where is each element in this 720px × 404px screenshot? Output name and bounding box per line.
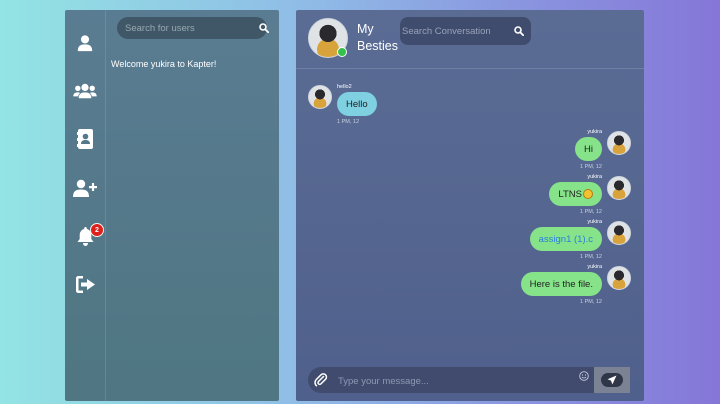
users-panel: 2 Welcome yukira to Kapter! <box>65 10 279 401</box>
user-search-button[interactable] <box>259 23 269 33</box>
message-time: 1 PM, 12 <box>579 299 602 305</box>
user-search-bar <box>117 17 269 39</box>
welcome-message: Welcome yukira to Kapter! <box>111 59 217 69</box>
contacts-book-icon <box>76 129 93 149</box>
send-button[interactable] <box>594 367 630 393</box>
message-bubble: Here is the file. <box>520 272 602 296</box>
sidebar-nav: 2 <box>65 10 106 401</box>
sender-avatar[interactable] <box>607 221 631 245</box>
message-time: 1 PM, 12 <box>337 119 360 125</box>
sender-name: yukira <box>587 219 602 225</box>
notification-badge: 2 <box>90 223 104 237</box>
conversation-search-button[interactable] <box>507 26 531 36</box>
message-text: LTNS <box>558 188 582 200</box>
message-input[interactable] <box>336 367 580 395</box>
sender-avatar[interactable] <box>607 176 631 200</box>
chat-header: My Besties <box>296 10 644 69</box>
paperclip-icon[interactable] <box>314 373 328 387</box>
message-bubble: Hello <box>337 92 377 116</box>
sender-name: yukira <box>587 129 602 135</box>
groups-nav-button[interactable] <box>65 74 105 108</box>
chat-panel: My Besties hello2 Hello 1 PM, 12 yukira … <box>296 10 644 401</box>
logout-nav-button[interactable] <box>65 267 105 301</box>
message-time: 1 PM, 12 <box>579 254 602 260</box>
sign-out-icon <box>75 275 95 293</box>
message-time: 1 PM, 12 <box>579 209 602 215</box>
profile-nav-button[interactable] <box>65 26 105 60</box>
sender-name: yukira <box>587 174 602 180</box>
sender-name: hello2 <box>337 84 352 90</box>
add-contact-nav-button[interactable] <box>65 171 105 205</box>
online-status-indicator <box>337 47 347 57</box>
user-search-input[interactable] <box>117 21 259 35</box>
message-time: 1 PM, 12 <box>579 164 602 170</box>
notifications-nav-button[interactable]: 2 <box>65 219 105 253</box>
send-arrow-icon <box>607 375 617 385</box>
smiling-face-emoji-icon <box>583 189 593 199</box>
message-bubble: LTNS <box>549 182 602 206</box>
message-composer <box>308 367 630 395</box>
search-icon <box>259 23 269 33</box>
conversation-search-bar <box>400 17 531 45</box>
send-button-pill <box>601 373 623 387</box>
file-attachment-link[interactable]: assign1 (1).c <box>539 234 593 245</box>
sender-name: yukira <box>587 264 602 270</box>
message-bubble: assign1 (1).c <box>529 227 602 251</box>
message-bubble: Hi <box>575 137 602 161</box>
conversation-search-input[interactable] <box>400 24 507 38</box>
smiley-icon[interactable] <box>579 371 589 381</box>
sender-avatar[interactable] <box>607 266 631 290</box>
chat-title: My Besties <box>357 22 398 53</box>
search-icon <box>514 26 524 36</box>
users-group-icon <box>73 83 97 99</box>
user-icon <box>77 35 93 52</box>
sender-avatar[interactable] <box>308 85 332 109</box>
sender-avatar[interactable] <box>607 131 631 155</box>
add-user-icon <box>73 179 97 197</box>
contacts-nav-button[interactable] <box>65 122 105 156</box>
